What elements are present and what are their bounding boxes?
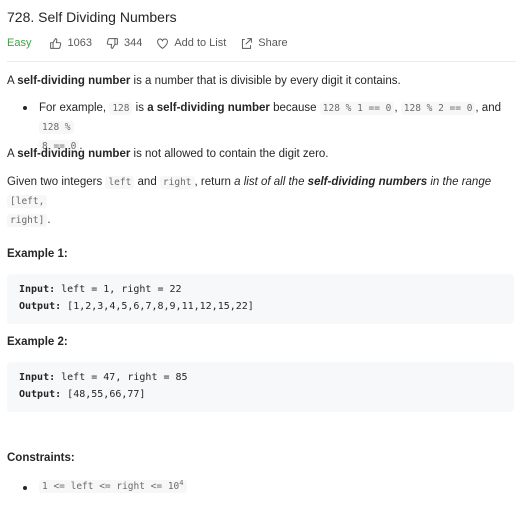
difficulty-badge: Easy bbox=[7, 37, 32, 49]
dislike-count: 344 bbox=[123, 37, 143, 49]
paragraph-no-zero: A self-dividing number is not allowed to… bbox=[7, 148, 329, 160]
constraint-code: 1 <= left <= right <= 104 bbox=[39, 478, 187, 493]
problem-title: 728. Self Dividing Numbers bbox=[7, 9, 177, 25]
inline-code: 128 bbox=[109, 102, 133, 115]
task-text: , return bbox=[194, 176, 235, 188]
constraint-exponent: 4 bbox=[179, 478, 184, 487]
share-icon bbox=[242, 37, 253, 49]
task-italic: a list of all the bbox=[234, 176, 308, 188]
input-label: Input: bbox=[19, 284, 56, 295]
add-to-list-label: Add to List bbox=[174, 37, 227, 49]
no-zero-text: is not allowed to contain the digit zero… bbox=[130, 148, 329, 160]
example-2-output: Output: [48,55,66,77] bbox=[19, 389, 145, 400]
bullet-text: For example, bbox=[39, 102, 110, 114]
example-2-title: Example 2: bbox=[7, 336, 68, 348]
output-label: Output: bbox=[19, 301, 62, 312]
input-value: left = 47, right = 85 bbox=[55, 372, 188, 383]
dislike-button[interactable]: 344 bbox=[106, 37, 142, 50]
bullet-text: , and bbox=[475, 102, 501, 114]
example-1-input: Input: left = 1, right = 22 bbox=[19, 284, 182, 295]
inline-code: right] bbox=[7, 214, 48, 227]
output-value: [48,55,66,77] bbox=[61, 389, 146, 400]
example-1-title: Example 1: bbox=[7, 248, 68, 260]
inline-code: 128 % bbox=[39, 121, 74, 134]
output-value: [1,2,3,4,5,6,7,8,9,11,12,15,22] bbox=[61, 301, 254, 312]
bullet-dot bbox=[23, 106, 27, 110]
share-button[interactable]: Share bbox=[240, 37, 288, 50]
constraint-text: 1 <= left <= right <= 10 bbox=[42, 481, 180, 492]
header-divider bbox=[7, 61, 516, 62]
example-2-input: Input: left = 47, right = 85 bbox=[19, 372, 188, 383]
bullet-text: because bbox=[269, 102, 320, 114]
task-bold: self-dividing numbers bbox=[307, 176, 428, 188]
add-to-list-button[interactable]: Add to List bbox=[156, 37, 226, 50]
constraint-item: 1 <= left <= right <= 104 bbox=[39, 477, 187, 496]
heart-icon bbox=[157, 38, 169, 49]
task-text: . bbox=[47, 214, 51, 226]
like-button[interactable]: 1063 bbox=[49, 37, 92, 50]
paragraph-task: Given two integers left and right, retur… bbox=[7, 173, 516, 230]
inline-code: 128 % 2 == 0 bbox=[400, 102, 476, 115]
term-self-dividing: self-dividing number bbox=[17, 75, 131, 87]
thumbs-up-icon bbox=[50, 37, 62, 49]
term-self-dividing: self-dividing number bbox=[17, 148, 131, 160]
like-count: 1063 bbox=[67, 37, 92, 49]
bullet-bold: a self-dividing number bbox=[147, 102, 270, 114]
input-value: left = 1, right = 22 bbox=[55, 284, 182, 295]
inline-code: [left, bbox=[7, 195, 48, 208]
task-italic: in the range bbox=[427, 176, 492, 188]
output-label: Output: bbox=[19, 389, 62, 400]
constraints-title: Constraints: bbox=[7, 452, 75, 464]
bullet-dot bbox=[23, 486, 27, 490]
inline-code: left bbox=[105, 176, 135, 189]
task-text: Given two integers bbox=[7, 176, 106, 188]
inline-code: 128 % 1 == 0 bbox=[319, 102, 395, 115]
thumbs-down-icon bbox=[106, 37, 118, 49]
bullet-text: is bbox=[132, 102, 148, 114]
example-1-output: Output: [1,2,3,4,5,6,7,8,9,11,12,15,22] bbox=[19, 301, 254, 312]
definition-text: is a number that is divisible by every d… bbox=[130, 75, 401, 87]
paragraph-definition: A self-dividing number is a number that … bbox=[7, 75, 401, 87]
input-label: Input: bbox=[19, 372, 56, 383]
problem-meta-bar: Easy 1063 344 Add to List Share bbox=[7, 36, 302, 50]
example-2-block: Input: left = 47, right = 85 Output: [48… bbox=[7, 362, 514, 412]
inline-code: right bbox=[159, 176, 195, 189]
bullet-text: , bbox=[394, 102, 401, 114]
example-1-block: Input: left = 1, right = 22 Output: [1,2… bbox=[7, 274, 514, 324]
share-label: Share bbox=[258, 37, 288, 49]
task-text: and bbox=[134, 176, 160, 188]
